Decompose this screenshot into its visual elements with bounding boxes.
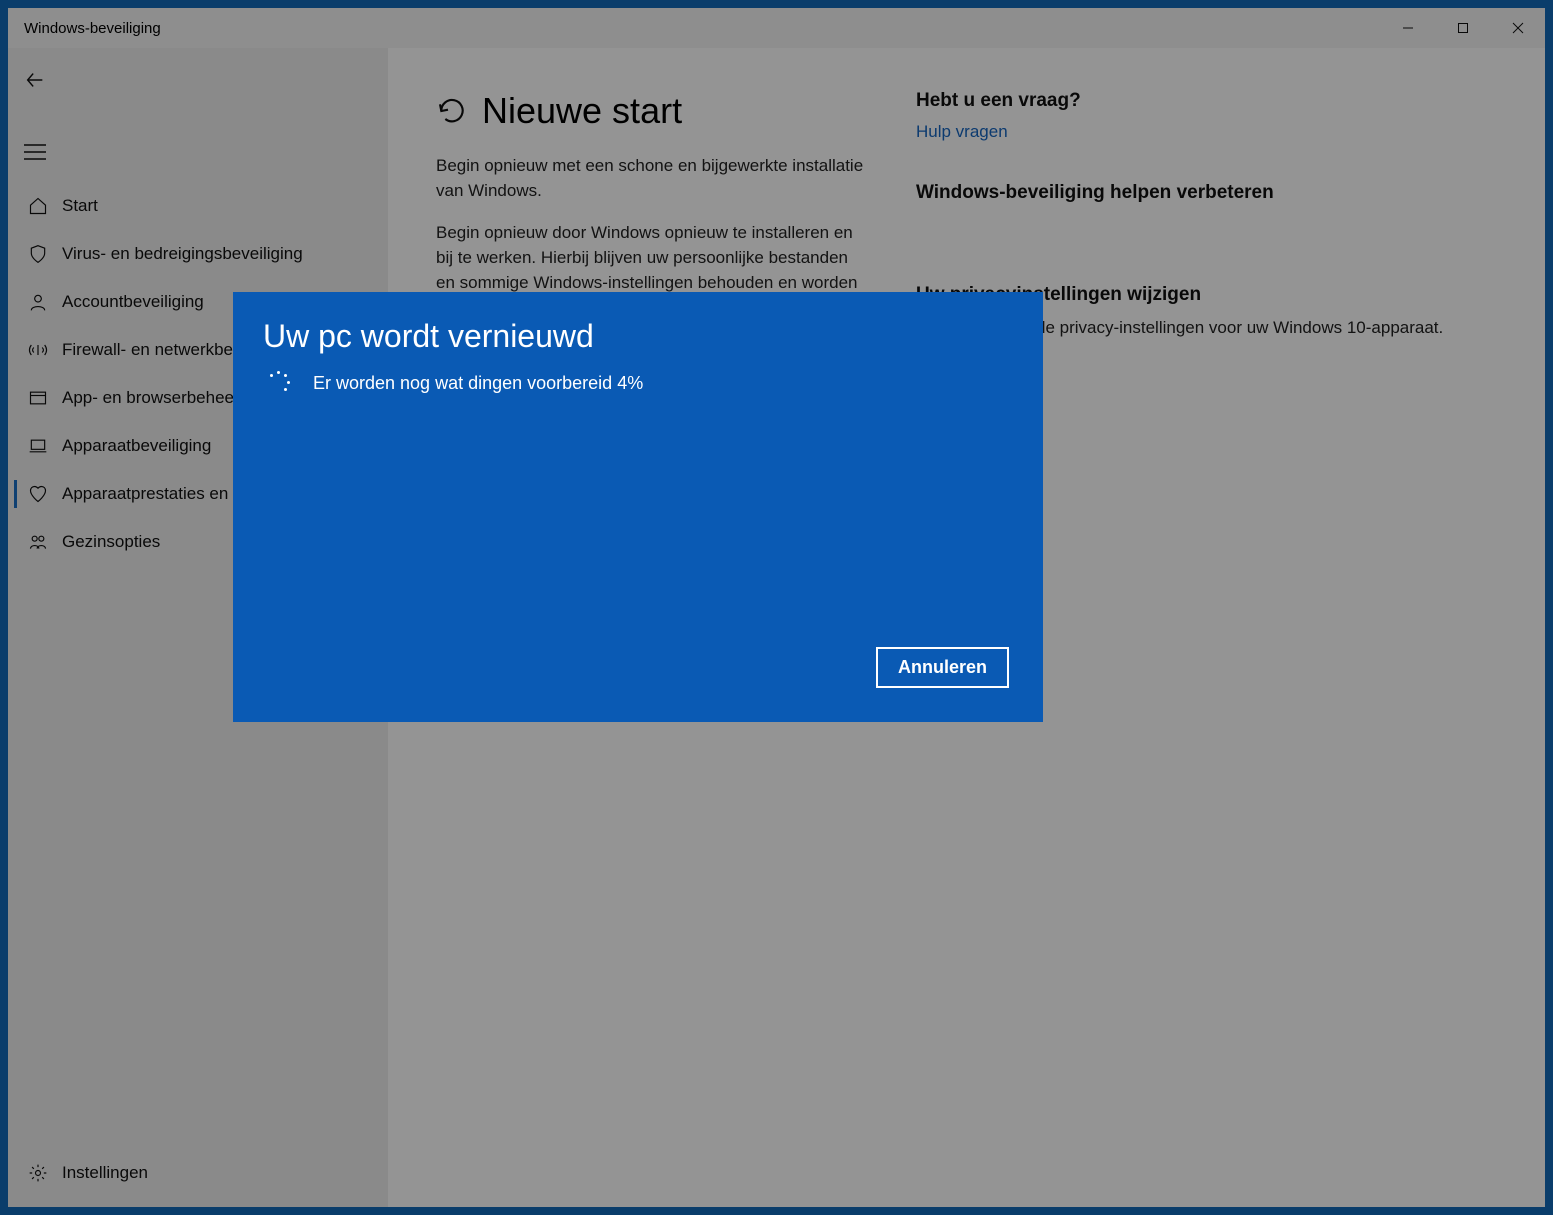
window: Windows-beveiliging — [8, 8, 1545, 1207]
spinner-icon — [267, 371, 291, 395]
cancel-button[interactable]: Annuleren — [876, 647, 1009, 688]
modal-title: Uw pc wordt vernieuwd — [263, 318, 1013, 355]
refresh-modal: Uw pc wordt vernieuwd Er worden nog wat … — [233, 292, 1043, 722]
modal-progress-text: Er worden nog wat dingen voorbereid 4% — [313, 373, 643, 394]
